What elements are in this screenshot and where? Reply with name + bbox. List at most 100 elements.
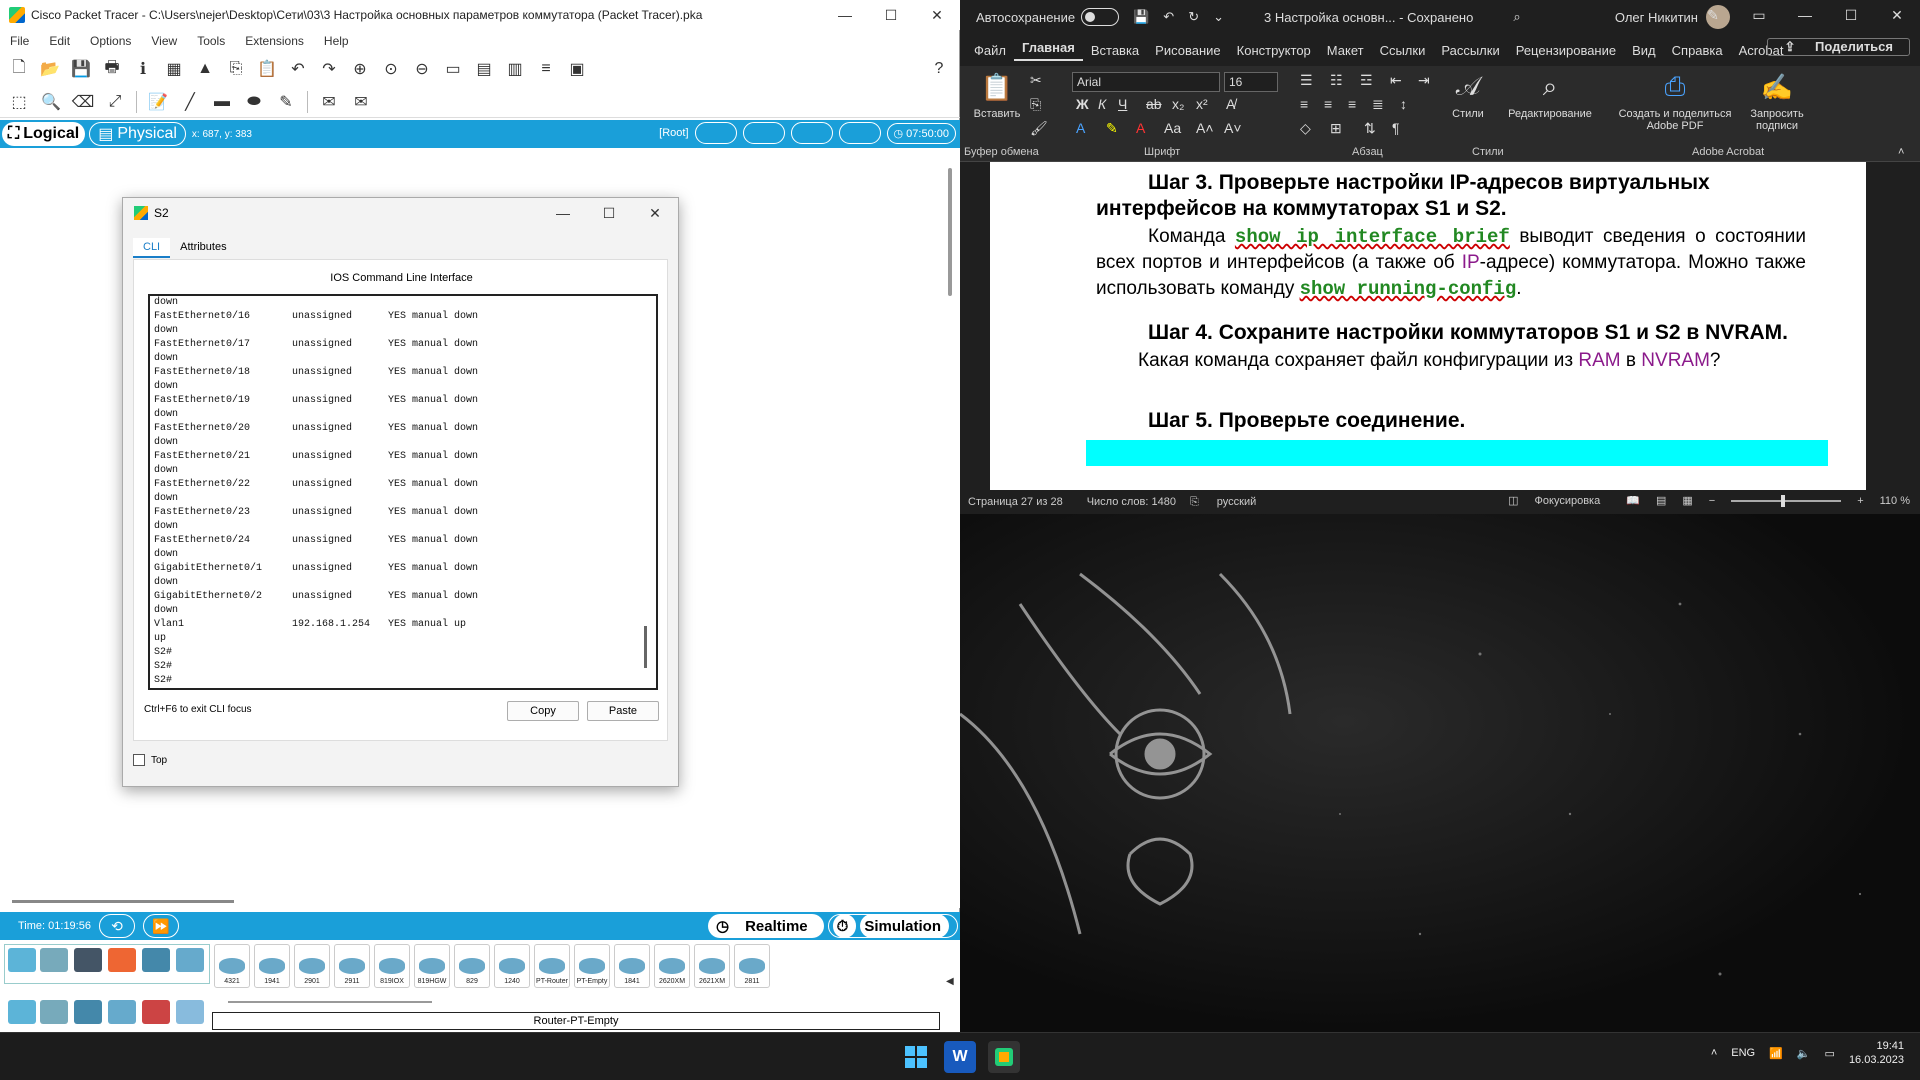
cut-icon[interactable]: ✂ [1030, 72, 1042, 89]
end-devices-category-icon[interactable] [40, 948, 68, 972]
tab-layout[interactable]: Макет [1319, 43, 1372, 58]
word-count[interactable]: Число слов: 1480 [1087, 496, 1176, 508]
info-icon[interactable]: ℹ [132, 58, 154, 80]
open-folder-icon[interactable]: 📂 [39, 58, 61, 80]
autosave-toggle[interactable] [1081, 8, 1120, 26]
wireless-subcategory-icon[interactable] [108, 1000, 136, 1024]
routers-subcategory-icon[interactable] [8, 1000, 36, 1024]
device-router[interactable]: 819HGW [414, 944, 450, 988]
power-cycle-icon[interactable]: ⟲ [98, 914, 135, 938]
close-icon[interactable]: ✕ [914, 0, 960, 30]
device-router[interactable]: 829 [454, 944, 490, 988]
wan-emulation-subcategory-icon[interactable] [176, 1000, 204, 1024]
draw-rectangle-icon[interactable]: ▬ [211, 91, 233, 113]
taskbar-clock[interactable]: 19:41 16.03.2023 [1849, 1039, 1904, 1067]
document-page[interactable]: Шаг 3. Проверьте настройки IP-адресов ви… [990, 162, 1866, 490]
clock-display[interactable]: ◷ 07:50:00 [886, 122, 956, 144]
top-checkbox[interactable] [133, 754, 145, 766]
delete-icon[interactable]: ⌫ [72, 91, 95, 113]
superscript-icon[interactable]: x² [1196, 96, 1208, 112]
volume-icon[interactable]: 🔈 [1797, 1047, 1811, 1060]
menu-edit[interactable]: Edit [39, 34, 80, 48]
copy-icon[interactable]: ⎘ [1030, 96, 1041, 113]
text-effects-icon[interactable]: A [1076, 120, 1085, 136]
freeform-icon[interactable]: ✎ [275, 91, 297, 113]
chevron-up-icon[interactable]: ˄ [1711, 1047, 1717, 1059]
subscript-icon[interactable]: x₂ [1172, 96, 1184, 112]
note-icon[interactable]: 📝 [147, 91, 169, 113]
components-category-icon[interactable] [74, 948, 102, 972]
battery-icon[interactable]: ▭ [1825, 1047, 1835, 1060]
pdu-icon[interactable]: ▣ [566, 58, 588, 80]
grow-font-icon[interactable]: A˄ [1196, 120, 1214, 136]
device-router[interactable]: 2901 [294, 944, 330, 988]
web-layout-icon[interactable]: ▦ [1682, 494, 1692, 507]
zoom-out-icon[interactable]: − [1709, 495, 1715, 507]
simple-pdu-icon[interactable]: ✉ [318, 91, 340, 113]
language-indicator[interactable]: ENG [1731, 1047, 1755, 1059]
highlight-icon[interactable]: ✎ [1106, 120, 1118, 137]
cli-scrollbar[interactable] [644, 626, 647, 668]
share-button[interactable]: ⇪ Поделиться [1767, 38, 1910, 56]
minimize-icon[interactable]: — [822, 0, 868, 30]
create-pdf-button[interactable]: ⎙ Создать и поделиться Adobe PDF [1612, 70, 1738, 132]
sort-icon[interactable]: ⇅ [1364, 120, 1376, 137]
palette-icon[interactable]: ▤ [473, 58, 495, 80]
tab-cli[interactable]: CLI [133, 238, 171, 258]
zoom-slider[interactable] [1731, 494, 1842, 507]
word-taskbar-icon[interactable]: W [944, 1041, 976, 1073]
custom-device-icon[interactable]: ▥ [504, 58, 526, 80]
fast-forward-icon[interactable]: ⏩ [142, 914, 179, 938]
close-icon[interactable]: ✕ [632, 198, 678, 228]
device-router[interactable]: 2621XM [694, 944, 730, 988]
zoom-reset-icon[interactable]: ⊙ [380, 58, 402, 80]
menu-help[interactable]: Help [314, 34, 359, 48]
editing-button[interactable]: ⌕ Редактирование [1500, 70, 1600, 120]
align-right-icon[interactable]: ≡ [1348, 96, 1356, 112]
maximize-icon[interactable]: ☐ [586, 198, 632, 228]
packet-tracer-taskbar-icon[interactable] [988, 1041, 1020, 1073]
hubs-subcategory-icon[interactable] [74, 1000, 102, 1024]
styles-button[interactable]: 𝒜 Стили [1446, 70, 1490, 120]
device-router[interactable]: 2811 [734, 944, 770, 988]
switches-subcategory-icon[interactable] [40, 1000, 68, 1024]
menu-tools[interactable]: Tools [187, 34, 235, 48]
print-layout-icon[interactable]: ▤ [1656, 494, 1666, 507]
search-icon[interactable]: ⌕ [1513, 9, 1520, 25]
proofing-icon[interactable]: ⎘ [1190, 496, 1199, 509]
read-mode-icon[interactable]: 📖 [1626, 494, 1640, 507]
switch-device-icon[interactable]: ≡ [535, 58, 557, 80]
align-left-icon[interactable]: ≡ [1300, 96, 1308, 112]
device-router[interactable]: PT-Router [534, 944, 570, 988]
cluster-icon[interactable] [742, 122, 785, 144]
device-router[interactable]: 819IOX [374, 944, 410, 988]
canvas-vertical-scrollbar[interactable] [948, 168, 952, 296]
maximize-icon[interactable]: ☐ [868, 0, 914, 30]
multiuser-category-icon[interactable] [176, 948, 204, 972]
redo-icon[interactable]: ↻ [1188, 9, 1199, 25]
canvas-horizontal-scrollbar[interactable] [12, 900, 234, 903]
tab-review[interactable]: Рецензирование [1508, 43, 1624, 58]
physical-tab[interactable]: ▤ Physical [89, 122, 186, 146]
back-icon[interactable] [694, 122, 737, 144]
device-list-scrollbar[interactable] [228, 1001, 432, 1003]
focus-mode[interactable]: Фокусировка [1535, 495, 1601, 507]
help-icon[interactable]: ? [928, 58, 950, 80]
zoom-in-icon[interactable]: + [1857, 495, 1863, 507]
language[interactable]: русский [1217, 496, 1256, 508]
page-count[interactable]: Страница 27 из 28 [968, 496, 1063, 508]
print-icon[interactable]: 🖶 [101, 58, 123, 80]
borders-icon[interactable]: ⊞ [1330, 120, 1342, 137]
menu-options[interactable]: Options [80, 34, 141, 48]
tab-mailings[interactable]: Рассылки [1433, 43, 1507, 58]
undo-icon[interactable]: ↶ [1163, 9, 1174, 25]
network-devices-category-icon[interactable] [8, 948, 36, 972]
inspect-icon[interactable]: 🔍 [40, 91, 62, 113]
line-spacing-icon[interactable]: ↕ [1400, 96, 1407, 112]
device-router[interactable]: 4321 [214, 944, 250, 988]
draw-ellipse-icon[interactable]: ⬬ [243, 91, 265, 113]
increase-indent-icon[interactable]: ⇥ [1418, 72, 1430, 89]
tab-help[interactable]: Справка [1664, 43, 1731, 58]
tab-attributes[interactable]: Attributes [170, 238, 236, 258]
activity-wizard-icon[interactable]: ▲ [194, 58, 216, 80]
